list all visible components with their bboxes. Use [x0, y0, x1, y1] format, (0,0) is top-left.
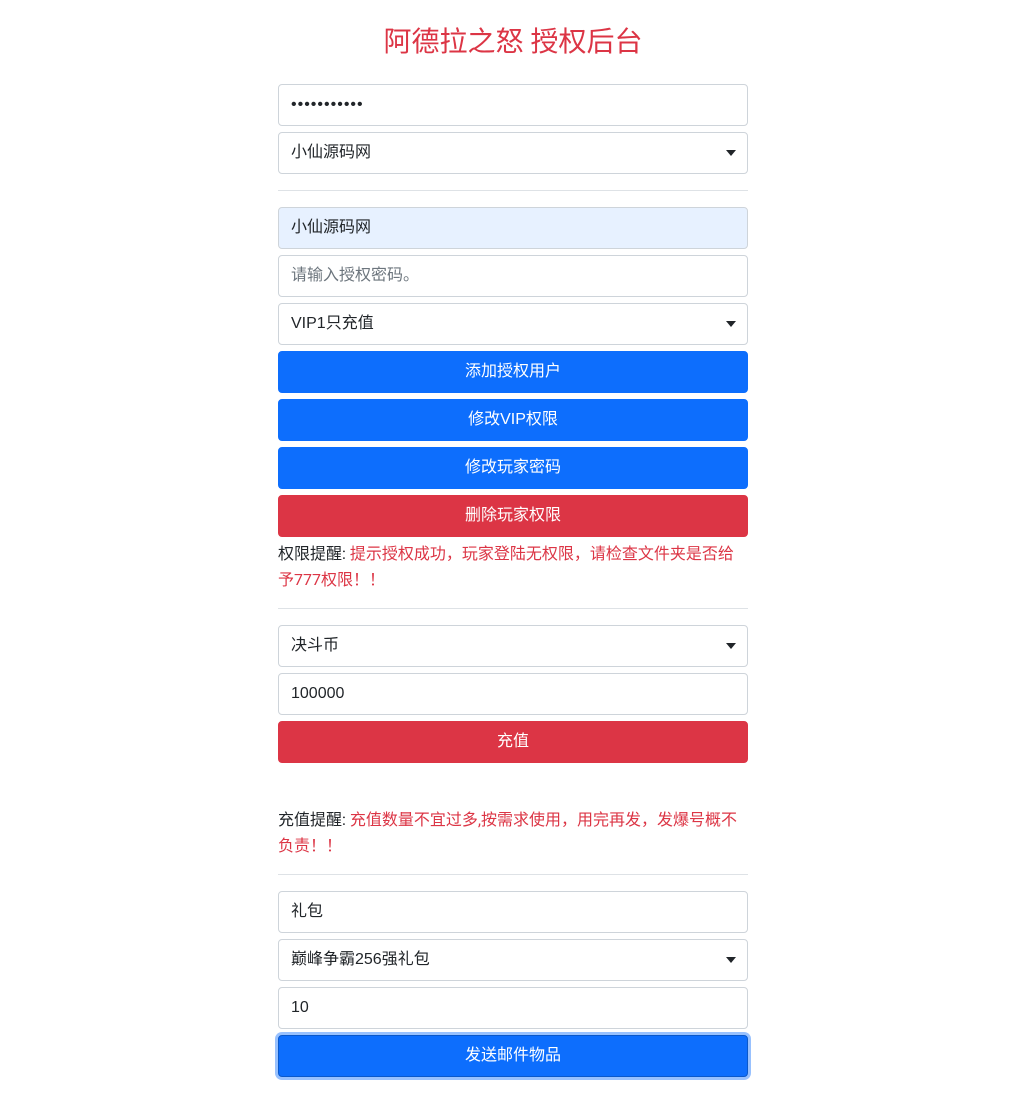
gift-pack-select[interactable]: 巅峰争霸256强礼包 [278, 939, 748, 981]
recharge-section: 决斗币 充值 [278, 625, 748, 763]
hint-label: 权限提醒: [278, 544, 350, 563]
username-field[interactable] [278, 207, 748, 249]
auth-password-input[interactable] [278, 255, 748, 297]
password-input[interactable] [278, 84, 748, 126]
divider [278, 874, 748, 875]
amount-input[interactable] [278, 673, 748, 715]
vip-level-select[interactable]: VIP1只充值 [278, 303, 748, 345]
hint-label: 充值提醒: [278, 810, 350, 829]
divider [278, 190, 748, 191]
delete-permission-button[interactable]: 删除玩家权限 [278, 495, 748, 537]
divider [278, 608, 748, 609]
mail-section: 巅峰争霸256强礼包 发送邮件物品 [278, 891, 748, 1077]
recharge-hint: 充值提醒: 充值数量不宜过多,按需求使用，用完再发，发爆号概不负责！！ [278, 807, 748, 858]
quantity-input[interactable] [278, 987, 748, 1029]
currency-select[interactable]: 决斗币 [278, 625, 748, 667]
item-type-input[interactable] [278, 891, 748, 933]
account-select[interactable]: 小仙源码网 [278, 132, 748, 174]
auth-section: VIP1只充值 添加授权用户 修改VIP权限 修改玩家密码 删除玩家权限 权限提… [278, 207, 748, 592]
recharge-button[interactable]: 充值 [278, 721, 748, 763]
modify-password-button[interactable]: 修改玩家密码 [278, 447, 748, 489]
login-section: 小仙源码网 [278, 84, 748, 174]
add-auth-user-button[interactable]: 添加授权用户 [278, 351, 748, 393]
permission-hint: 权限提醒: 提示授权成功，玩家登陆无权限，请检查文件夹是否给予777权限！！ [278, 541, 748, 592]
modify-vip-button[interactable]: 修改VIP权限 [278, 399, 748, 441]
page-title: 阿德拉之怒 授权后台 [278, 20, 748, 60]
send-mail-item-button[interactable]: 发送邮件物品 [278, 1035, 748, 1077]
